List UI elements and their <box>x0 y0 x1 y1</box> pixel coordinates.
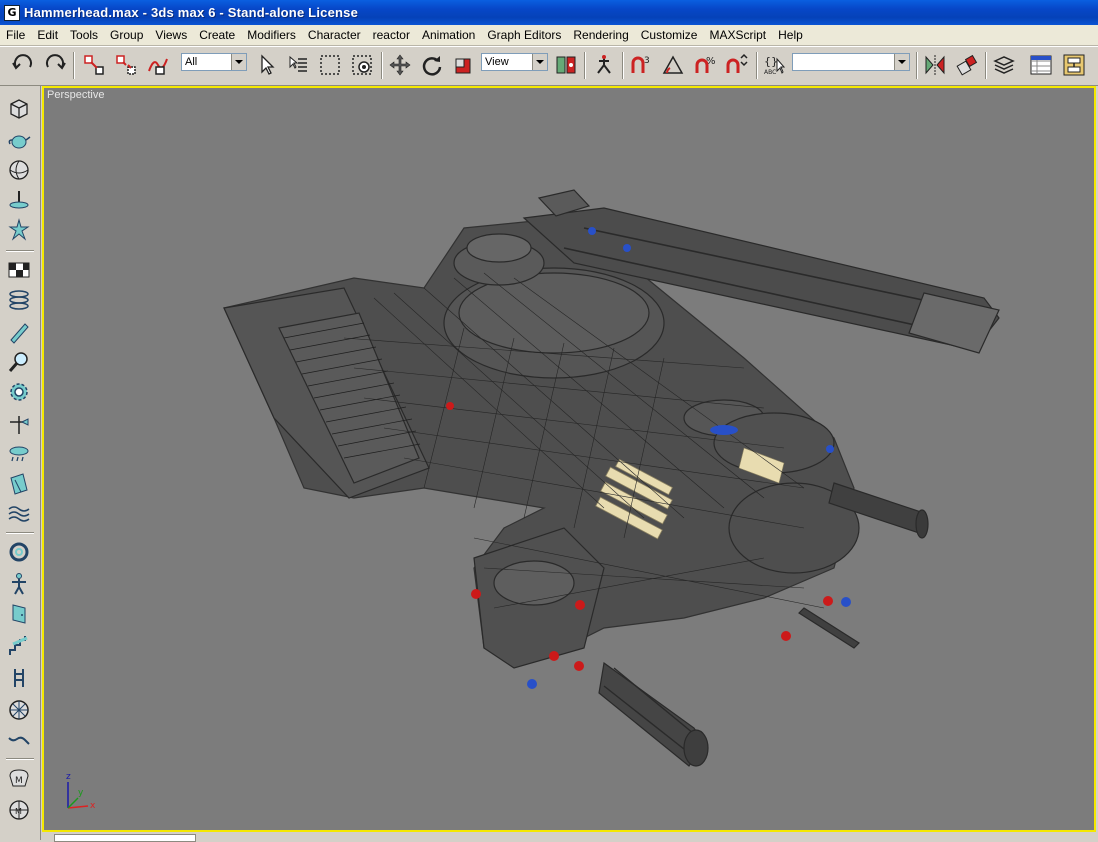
main-toolbar: All View 3 % {} ABC <box>0 46 1098 86</box>
menu-graph-editors[interactable]: Graph Editors <box>481 26 567 44</box>
select-by-name-icon[interactable] <box>284 51 312 79</box>
menu-animation[interactable]: Animation <box>416 26 481 44</box>
rain-icon[interactable] <box>5 440 33 468</box>
torus-knot-icon[interactable] <box>5 538 33 566</box>
time-slider[interactable] <box>54 834 196 842</box>
axis-y-label: y <box>78 788 84 798</box>
svg-text:{}: {} <box>764 55 778 68</box>
checker-icon[interactable] <box>5 256 33 284</box>
chevron-down-icon <box>894 54 909 70</box>
sphere-grid-icon[interactable]: M <box>5 796 33 824</box>
redo-icon[interactable] <box>41 51 69 79</box>
unlink-selection-icon[interactable] <box>112 51 140 79</box>
rope-icon[interactable] <box>5 726 33 754</box>
selection-filter-value: All <box>185 56 198 68</box>
box-icon[interactable] <box>5 94 33 122</box>
menu-modifiers[interactable]: Modifiers <box>241 26 302 44</box>
bind-to-space-warp-icon[interactable] <box>144 51 172 79</box>
stairs-icon[interactable] <box>5 632 33 660</box>
select-and-move-icon[interactable] <box>386 51 414 79</box>
mirror-icon[interactable] <box>921 51 949 79</box>
angle-snap-icon[interactable] <box>659 51 687 79</box>
window-crossing-icon[interactable] <box>348 51 376 79</box>
svg-text:%: % <box>706 56 716 67</box>
menu-edit[interactable]: Edit <box>31 26 64 44</box>
svg-text:3: 3 <box>644 56 650 66</box>
hammerhead-tank-wireframe <box>223 189 1000 767</box>
menu-reactor[interactable]: reactor <box>367 26 416 44</box>
schematic-view-icon[interactable] <box>1060 51 1088 79</box>
reference-coordinate-value: View <box>485 56 509 68</box>
menu-character[interactable]: Character <box>302 26 367 44</box>
star-icon[interactable] <box>5 216 33 244</box>
magnifier-icon[interactable] <box>5 348 33 376</box>
menu-file[interactable]: File <box>0 26 31 44</box>
viewport-label[interactable]: Perspective <box>47 89 104 101</box>
weather-vane-icon[interactable] <box>5 410 33 438</box>
snaps-toggle-icon[interactable]: 3 <box>627 51 655 79</box>
perspective-viewport[interactable]: Perspective x y z <box>42 86 1096 832</box>
select-and-manipulate-icon[interactable] <box>590 51 618 79</box>
select-and-link-icon[interactable] <box>80 51 108 79</box>
waves-icon[interactable] <box>5 500 33 528</box>
door-icon[interactable] <box>5 600 33 628</box>
menu-help[interactable]: Help <box>772 26 809 44</box>
select-and-rotate-icon[interactable] <box>418 51 446 79</box>
time-slider-strip <box>42 832 1098 842</box>
mental-ray-icon[interactable]: M <box>5 764 33 792</box>
align-icon[interactable] <box>953 51 981 79</box>
window-title: Hammerhead.max - 3ds max 6 - Stand-alone… <box>24 5 358 20</box>
menu-bar: File Edit Tools Group Views Create Modif… <box>0 25 1098 46</box>
helix-icon[interactable] <box>5 286 33 314</box>
percent-snap-icon[interactable]: % <box>691 51 719 79</box>
axis-x-label: x <box>90 801 96 811</box>
app-icon[interactable]: G <box>4 4 20 21</box>
reference-coordinate-dropdown[interactable]: View <box>481 53 548 71</box>
menu-customize[interactable]: Customize <box>635 26 704 44</box>
menu-views[interactable]: Views <box>149 26 193 44</box>
gear-icon[interactable] <box>5 378 33 406</box>
select-and-scale-icon[interactable] <box>450 51 478 79</box>
svg-text:M: M <box>15 776 23 786</box>
axis-z-label: z <box>66 772 71 782</box>
biped-icon[interactable] <box>5 570 33 598</box>
chevron-down-icon <box>231 54 246 70</box>
axis-tripod: x y z <box>66 772 96 811</box>
svg-text:M: M <box>15 807 22 816</box>
menu-create[interactable]: Create <box>193 26 241 44</box>
select-object-icon[interactable] <box>253 51 281 79</box>
use-pivot-center-icon[interactable] <box>552 51 580 79</box>
tree-icon[interactable] <box>5 664 33 692</box>
chevron-down-icon <box>532 54 547 70</box>
menu-rendering[interactable]: Rendering <box>567 26 634 44</box>
selection-filter-dropdown[interactable]: All <box>181 53 247 71</box>
title-bar: G Hammerhead.max - 3ds max 6 - Stand-alo… <box>0 0 1098 25</box>
svg-text:ABC: ABC <box>764 69 776 76</box>
menu-tools[interactable]: Tools <box>64 26 104 44</box>
undo-icon[interactable] <box>9 51 37 79</box>
curve-editor-icon[interactable] <box>1027 51 1055 79</box>
menu-maxscript[interactable]: MAXScript <box>703 26 772 44</box>
plane-icon[interactable] <box>5 186 33 214</box>
wheel-icon[interactable] <box>5 696 33 724</box>
layer-manager-icon[interactable] <box>990 51 1018 79</box>
menu-group[interactable]: Group <box>104 26 149 44</box>
tab-panel: M M <box>0 86 41 840</box>
named-selection-sets-dropdown[interactable] <box>792 53 910 71</box>
sphere-icon[interactable] <box>5 156 33 184</box>
rectangular-selection-region-icon[interactable] <box>316 51 344 79</box>
cylinder-icon[interactable] <box>5 318 33 346</box>
spinner-snap-icon[interactable] <box>723 51 751 79</box>
edit-named-selections-icon[interactable]: {} ABC <box>761 51 789 79</box>
light-icon[interactable] <box>5 470 33 498</box>
teapot-icon[interactable] <box>5 126 33 154</box>
